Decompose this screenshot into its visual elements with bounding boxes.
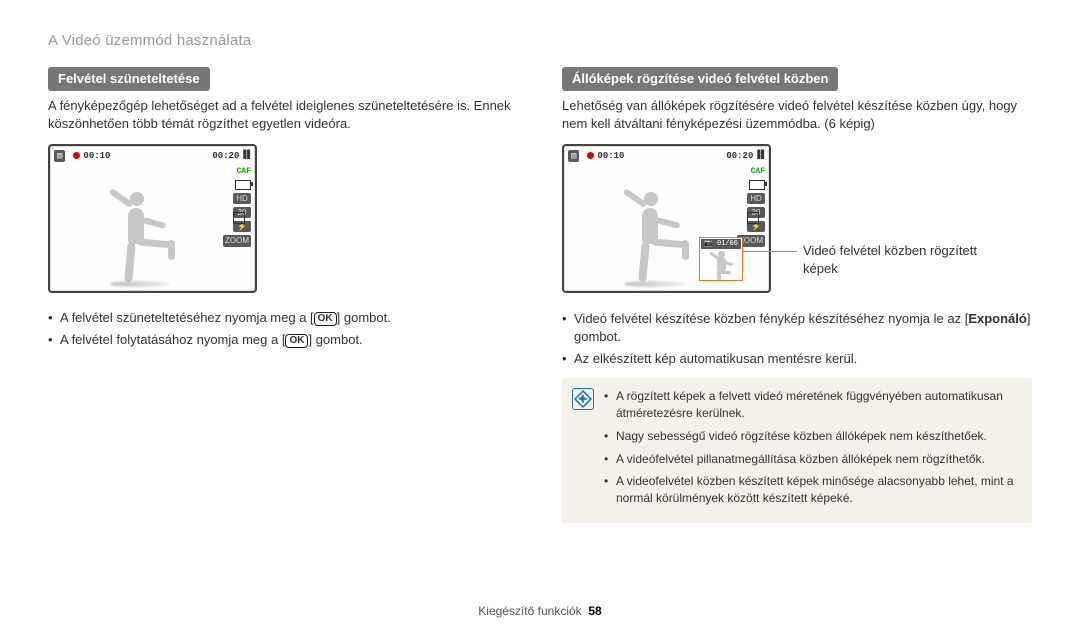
list-item: Videó felvétel készítése közben fénykép … <box>562 310 1032 346</box>
elapsed-time: 00:10 <box>83 150 110 163</box>
stills-instructions: Videó felvétel készítése közben fénykép … <box>562 310 1032 369</box>
shutter-label: Exponáló <box>968 311 1027 326</box>
camera-status-column: CAF HD 30 ⚡ ZOOM <box>223 166 251 247</box>
note-icon <box>572 388 594 410</box>
pause-instructions: A felvétel szüneteltetéséhez nyomja meg … <box>48 309 518 349</box>
stills-intro: Lehetőség van állóképek rögzítésére vide… <box>562 97 1032 133</box>
camera-screen: ▧ 00:10 00:20 ▋▋ CAF HD 30 ⚡ ZOOM <box>562 144 771 293</box>
note-list: A rögzített képek a felvett videó méreté… <box>604 388 1020 513</box>
captured-still-thumbnail: 📷 01/06 <box>699 237 743 281</box>
pause-intro: A fényképezőgép lehetőséget ad a felvéte… <box>48 97 518 133</box>
caf-indicator: CAF <box>751 166 765 177</box>
remaining-time: 00:20 <box>726 150 753 163</box>
list-item: A videófelvétel pillanatmegállítása közb… <box>604 451 1020 468</box>
ok-button-icon: OK <box>285 334 308 348</box>
camera-screen: ▧ 00:10 00:20 ▋▋ CAF HD 30 ⚡ ZOOM <box>48 144 257 293</box>
remaining-time: 00:20 <box>212 150 239 163</box>
section-header-pause: Felvétel szüneteltetése <box>48 67 210 91</box>
right-column: Állóképek rögzítése videó felvétel közbe… <box>562 67 1032 523</box>
camera-topbar: ▧ 00:10 00:20 ▋▋ <box>568 150 765 163</box>
elapsed-time: 00:10 <box>597 150 624 163</box>
dancer-silhouette <box>90 180 180 285</box>
exposure-target-icon <box>747 212 759 224</box>
page-title: A Videó üzemmód használata <box>48 30 1032 51</box>
note-box: A rögzített képek a felvett videó méreté… <box>562 378 1032 523</box>
list-item: Az elkészített kép automatikusan mentésr… <box>562 350 1032 368</box>
section-header-stills: Állóképek rögzítése videó felvétel közbe… <box>562 67 838 91</box>
record-indicator-icon <box>73 152 80 159</box>
zoom-icon: ZOOM <box>223 235 251 246</box>
camera-preview-pause: ▧ 00:10 00:20 ▋▋ CAF HD 30 ⚡ ZOOM <box>48 144 518 293</box>
callout-line <box>742 251 797 252</box>
list-item: A videofelvétel közben készített képek m… <box>604 473 1020 507</box>
caf-indicator: CAF <box>237 166 251 177</box>
hd-icon: HD <box>233 193 251 204</box>
left-column: Felvétel szüneteltetése A fényképezőgép … <box>48 67 518 523</box>
camera-preview-stills: ▧ 00:10 00:20 ▋▋ CAF HD 30 ⚡ ZOOM <box>562 144 1032 294</box>
list-item: A rögzített képek a felvett videó méreté… <box>604 388 1020 422</box>
callout-text: Videó felvétel közben rögzített képek <box>797 242 1003 278</box>
landscape-icon: ▧ <box>568 150 579 163</box>
list-item: A felvétel szüneteltetéséhez nyomja meg … <box>48 309 518 327</box>
pause-icon: ▋▋ <box>243 150 251 161</box>
manual-page: A Videó üzemmód használata Felvétel szün… <box>0 0 1080 630</box>
page-footer: Kiegészítő funkciók 58 <box>0 603 1080 620</box>
list-item: A felvétel folytatásához nyomja meg a [O… <box>48 331 518 349</box>
record-indicator-icon <box>587 152 594 159</box>
thumbnail-callout: Videó felvétel közben rögzített képek <box>742 242 1003 278</box>
footer-section: Kiegészítő funkciók <box>478 604 581 618</box>
pause-icon: ▋▋ <box>757 150 765 161</box>
exposure-target-icon <box>233 212 245 224</box>
battery-icon <box>235 180 251 190</box>
dancer-silhouette <box>604 180 694 285</box>
list-item: Nagy sebességű videó rögzítése közben ál… <box>604 428 1020 445</box>
battery-icon <box>749 180 765 190</box>
ok-button-icon: OK <box>314 312 337 326</box>
hd-icon: HD <box>747 193 765 204</box>
thumbnail-counter: 📷 01/06 <box>701 239 741 249</box>
two-column-layout: Felvétel szüneteltetése A fényképezőgép … <box>48 67 1032 523</box>
landscape-icon: ▧ <box>54 150 65 163</box>
page-number: 58 <box>588 604 601 618</box>
camera-topbar: ▧ 00:10 00:20 ▋▋ <box>54 150 251 163</box>
camera-status-column: CAF HD 30 ⚡ ZOOM <box>737 166 765 247</box>
